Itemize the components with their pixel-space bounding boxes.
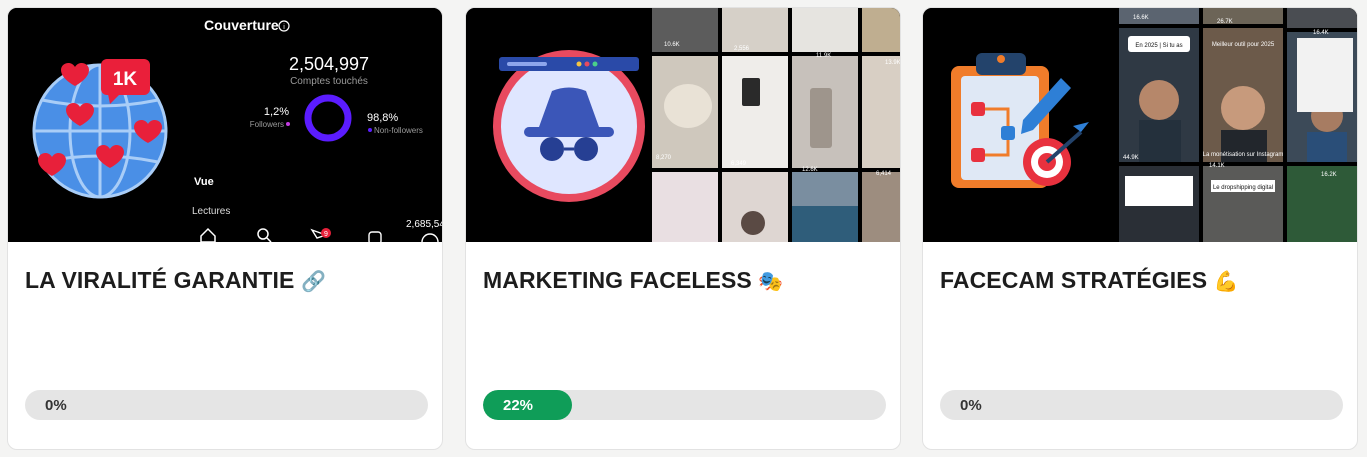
course-title-text: FACECAM STRATÉGIES [940, 267, 1208, 293]
nonfollowers-label: Non-followers [374, 126, 423, 135]
progress-label: 0% [45, 397, 67, 414]
course-card-viralite[interactable]: 1K Couverture i 2,504,997 Comptes touché… [7, 7, 443, 450]
lectures-label: Lectures [192, 206, 230, 217]
progress-bar: 22% [483, 390, 886, 420]
svg-text:En 2025 | Si tu as: En 2025 | Si tu as [1135, 43, 1182, 49]
svg-text:6,414: 6,414 [876, 171, 892, 177]
svg-text:14.1K: 14.1K [1209, 163, 1225, 169]
course-card-faceless[interactable]: 10.6K 2,556 11.9K 13.9K 8,270 6,349 12.6… [465, 7, 901, 450]
svg-text:12.6K: 12.6K [802, 167, 818, 173]
course-thumbnail-faceless: 10.6K 2,556 11.9K 13.9K 8,270 6,349 12.6… [466, 8, 901, 242]
svg-text:13.9K: 13.9K [885, 60, 901, 66]
svg-text:8,270: 8,270 [656, 155, 672, 161]
svg-text:La monétisation sur Instagram: La monétisation sur Instagram [1203, 152, 1284, 158]
analytics-screenshot-illustration: 1K Couverture i 2,504,997 Comptes touché… [8, 8, 443, 242]
svg-text:16.6K: 16.6K [1133, 15, 1149, 21]
course-title: LA VIRALITÉ GARANTIE 🔗 [25, 267, 428, 294]
svg-text:16.4K: 16.4K [1313, 30, 1329, 36]
faceless-collage-illustration: 10.6K 2,556 11.9K 13.9K 8,270 6,349 12.6… [466, 8, 901, 242]
followers-label: Followers [250, 120, 284, 129]
course-title-text: LA VIRALITÉ GARANTIE [25, 267, 295, 293]
svg-text:10.6K: 10.6K [664, 42, 680, 48]
svg-text:1K: 1K [113, 69, 138, 90]
course-thumbnail-facecam: En 2025 | Si tu as Meilleur outil pour 2… [923, 8, 1357, 242]
progress-bar: 0% [940, 390, 1343, 420]
progress-bar: 0% [25, 390, 428, 420]
svg-text:44.9K: 44.9K [1123, 155, 1139, 161]
flexed-biceps-icon: 💪 [1213, 269, 1239, 293]
svg-text:Meilleur outil pour 2025: Meilleur outil pour 2025 [1212, 42, 1275, 48]
vue-label: Vue [194, 176, 214, 188]
svg-text:2,556: 2,556 [734, 46, 750, 52]
svg-text:6,349: 6,349 [731, 161, 747, 167]
masks-icon: 🎭 [758, 269, 784, 293]
link-icon: 🔗 [300, 269, 326, 293]
svg-text:11.9K: 11.9K [816, 53, 831, 59]
progress-label: 22% [503, 397, 534, 414]
course-title: FACECAM STRATÉGIES 💪 [940, 267, 1343, 294]
course-title: MARKETING FACELESS 🎭 [483, 267, 886, 294]
svg-text:26.7K: 26.7K [1217, 19, 1233, 25]
facecam-collage-illustration: En 2025 | Si tu as Meilleur outil pour 2… [923, 8, 1357, 242]
svg-text:16.2K: 16.2K [1321, 172, 1337, 178]
reach-value: 2,504,997 [289, 54, 369, 74]
progress-label: 0% [960, 397, 982, 414]
video-collage [652, 8, 900, 242]
incognito-icon [493, 50, 645, 202]
svg-text:Le dropshipping digital: Le dropshipping digital [1213, 185, 1273, 191]
followers-pct: 1,2% [264, 106, 289, 118]
reach-label: Comptes touchés [290, 76, 368, 87]
course-grid: 1K Couverture i 2,504,997 Comptes touché… [0, 0, 1367, 457]
coverage-header: Couverture [204, 17, 279, 33]
course-title-text: MARKETING FACELESS [483, 267, 752, 293]
course-card-facecam[interactable]: En 2025 | Si tu as Meilleur outil pour 2… [922, 7, 1358, 450]
nonfollowers-pct: 98,8% [367, 112, 398, 124]
course-thumbnail-viralite: 1K Couverture i 2,504,997 Comptes touché… [8, 8, 443, 242]
lectures-value: 2,685,54 [406, 219, 443, 230]
notification-count: 9 [324, 231, 328, 238]
